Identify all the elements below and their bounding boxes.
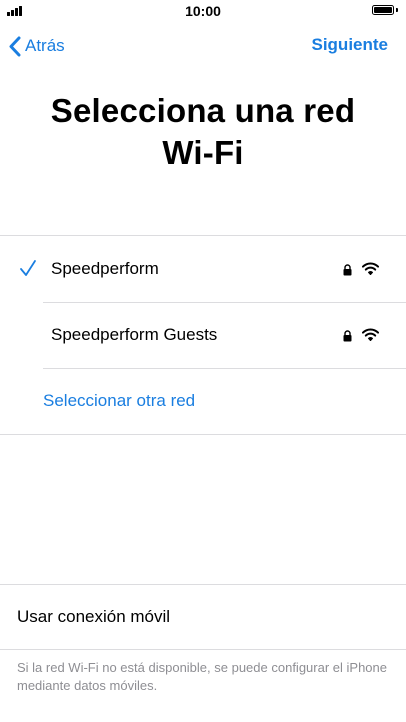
network-name: Speedperform — [51, 259, 159, 278]
checkmark-icon — [20, 260, 36, 276]
other-network-label: Seleccionar otra red — [43, 391, 196, 410]
network-row-speedperform[interactable]: Speedperform — [0, 236, 406, 302]
other-network-button[interactable]: Seleccionar otra red — [0, 368, 406, 434]
lock-icon — [343, 330, 352, 342]
wifi-icon — [362, 262, 379, 275]
status-bar: 10:00 — [0, 0, 406, 22]
status-time: 10:00 — [185, 3, 221, 19]
use-mobile-data-button[interactable]: Usar conexión móvil — [0, 584, 406, 650]
network-row-speedperform-guests[interactable]: Speedperform Guests — [0, 302, 406, 368]
back-button-label: Atrás — [25, 36, 65, 55]
chevron-left-icon — [9, 36, 21, 56]
page-title: Selecciona una red Wi-Fi — [50, 92, 356, 171]
wifi-setup-screen: 10:00 Atrás Siguiente Selecciona una red… — [0, 0, 406, 722]
back-button[interactable]: Atrás — [9, 34, 65, 58]
network-list: Speedperform Speedperform Guests Selecci… — [0, 235, 406, 435]
battery-tip — [396, 8, 398, 12]
lock-icon — [343, 264, 352, 276]
network-name: Speedperform Guests — [51, 325, 218, 344]
wifi-icon — [362, 328, 379, 341]
battery-icon — [372, 5, 394, 15]
next-button[interactable]: Siguiente — [311, 35, 388, 55]
footnote: Si la red Wi-Fi no está disponible, se p… — [17, 660, 387, 693]
mobile-data-label: Usar conexión móvil — [17, 607, 171, 626]
